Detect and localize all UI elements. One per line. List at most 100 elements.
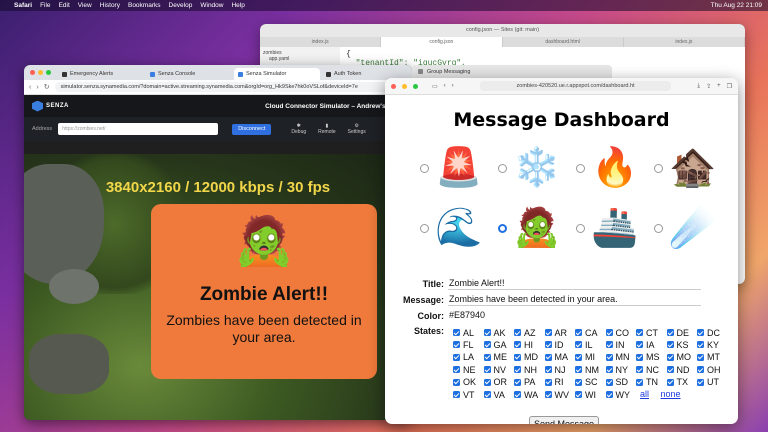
state-checkbox-al[interactable]: AL (453, 327, 483, 338)
checkbox-checked[interactable] (666, 366, 674, 374)
checkbox-checked[interactable] (575, 329, 582, 336)
editor-tab[interactable]: index.js (260, 37, 382, 47)
state-checkbox-sd[interactable]: SD (605, 377, 636, 388)
state-checkbox-wy[interactable]: WY (605, 389, 636, 400)
state-checkbox-ma[interactable]: MA (544, 352, 575, 363)
group-tab[interactable]: Group Messaging (412, 65, 612, 78)
reload-icon[interactable]: ↻ (44, 83, 50, 91)
remote-button[interactable]: ▮ Remote (318, 123, 336, 135)
radio-button[interactable] (654, 224, 663, 233)
option-siren[interactable]: 🚨 (417, 143, 495, 198)
checkbox-checked[interactable] (514, 341, 521, 349)
state-checkbox-ar[interactable]: AR (544, 327, 575, 338)
state-checkbox-me[interactable]: ME (483, 352, 514, 363)
editor-tab[interactable]: config.json (381, 37, 503, 47)
menu-bookmarks[interactable]: Bookmarks (128, 2, 161, 9)
checkbox-checked[interactable] (544, 378, 552, 386)
checkbox-checked[interactable] (636, 366, 643, 374)
menu-help[interactable]: Help (231, 2, 244, 9)
checkbox-checked[interactable] (605, 378, 613, 386)
menu-develop[interactable]: Develop (169, 2, 193, 9)
checkbox-checked[interactable] (453, 366, 460, 374)
sidebar-icon[interactable]: ▭ (432, 83, 438, 90)
checkbox-checked[interactable] (697, 353, 704, 361)
menu-file[interactable]: File (40, 2, 50, 9)
checkbox-checked[interactable] (575, 353, 582, 361)
option-zombie[interactable]: 🧟 (495, 203, 573, 258)
address-input[interactable]: https://zombies.net/ (58, 123, 219, 135)
state-checkbox-ak[interactable]: AK (483, 327, 514, 338)
checkbox-checked[interactable] (666, 329, 674, 336)
checkbox-checked[interactable] (575, 378, 582, 386)
back-icon[interactable]: ‹ (29, 84, 31, 91)
checkbox-checked[interactable] (697, 378, 704, 386)
menu-history[interactable]: History (100, 2, 120, 9)
checkbox-checked[interactable] (514, 329, 521, 336)
share-icon[interactable]: ⇪ (706, 83, 711, 90)
checkbox-checked[interactable] (453, 391, 460, 398)
disconnect-button[interactable]: Disconnect (232, 123, 272, 135)
state-checkbox-fl[interactable]: FL (453, 339, 483, 350)
state-checkbox-sc[interactable]: SC (575, 377, 605, 388)
radio-button[interactable] (420, 164, 429, 173)
state-checkbox-ky[interactable]: KY (697, 339, 727, 350)
checkbox-checked[interactable] (605, 329, 613, 336)
state-checkbox-co[interactable]: CO (605, 327, 636, 338)
state-checkbox-ne[interactable]: NE (453, 364, 483, 375)
checkbox-checked[interactable] (575, 366, 582, 374)
color-input[interactable]: #E87940 (448, 309, 701, 322)
state-checkbox-oh[interactable]: OH (697, 364, 727, 375)
state-checkbox-nh[interactable]: NH (514, 364, 544, 375)
state-checkbox-ny[interactable]: NY (605, 364, 636, 375)
checkbox-checked[interactable] (605, 391, 613, 398)
forward-icon[interactable]: › (36, 84, 38, 91)
state-checkbox-va[interactable]: VA (483, 389, 514, 400)
state-checkbox-nv[interactable]: NV (483, 364, 514, 375)
state-checkbox-ct[interactable]: CT (636, 327, 666, 338)
checkbox-checked[interactable] (544, 353, 552, 361)
option-snow[interactable]: ❄️ (495, 143, 573, 198)
maximize-icon[interactable] (46, 70, 51, 75)
checkbox-checked[interactable] (697, 341, 704, 349)
url-field[interactable]: simulator.senza.synamedia.com/?domain=ac… (54, 82, 407, 92)
checkbox-checked[interactable] (514, 366, 521, 374)
menu-window[interactable]: Window (200, 2, 223, 9)
menu-edit[interactable]: Edit (59, 2, 70, 9)
option-ship[interactable]: 🚢 (573, 203, 651, 258)
close-window-icon[interactable] (30, 70, 35, 75)
file-item[interactable]: app.yaml (263, 56, 337, 62)
checkbox-checked[interactable] (605, 341, 613, 349)
state-checkbox-vt[interactable]: VT (453, 389, 483, 400)
tab-senza-simulator[interactable]: Senza Simulator (234, 68, 320, 80)
checkbox-checked[interactable] (453, 329, 460, 336)
checkbox-checked[interactable] (605, 353, 613, 361)
checkbox-checked[interactable] (636, 353, 643, 361)
tab-emergency-alerts[interactable]: Emergency Alerts (58, 68, 144, 80)
state-checkbox-wi[interactable]: WI (575, 389, 605, 400)
download-icon[interactable]: ⤓ (697, 83, 700, 90)
state-checkbox-ia[interactable]: IA (636, 339, 666, 350)
title-input[interactable]: Zombie Alert!! (448, 277, 701, 290)
state-checkbox-or[interactable]: OR (483, 377, 514, 388)
editor-tab[interactable]: index.js (624, 37, 745, 47)
checkbox-checked[interactable] (636, 341, 643, 349)
state-checkbox-il[interactable]: IL (575, 339, 605, 350)
checkbox-checked[interactable] (483, 366, 491, 374)
checkbox-checked[interactable] (697, 329, 704, 336)
state-checkbox-mt[interactable]: MT (697, 352, 727, 363)
option-fire[interactable]: 🔥 (573, 143, 651, 198)
state-checkbox-tn[interactable]: TN (636, 377, 666, 388)
state-checkbox-wa[interactable]: WA (514, 389, 544, 400)
checkbox-checked[interactable] (453, 378, 460, 386)
checkbox-checked[interactable] (514, 378, 521, 386)
state-checkbox-dc[interactable]: DC (697, 327, 727, 338)
select-all-link[interactable]: all (640, 389, 649, 399)
checkbox-checked[interactable] (483, 378, 491, 386)
clock[interactable]: Thu Aug 22 21:09 (711, 2, 762, 9)
checkbox-checked[interactable] (544, 329, 552, 336)
state-checkbox-ri[interactable]: RI (544, 377, 575, 388)
debug-button[interactable]: ✱ Debug (291, 123, 306, 135)
checkbox-checked[interactable] (544, 366, 552, 374)
tab-senza-console[interactable]: Senza Console (146, 68, 232, 80)
maximize-icon[interactable] (413, 83, 418, 89)
